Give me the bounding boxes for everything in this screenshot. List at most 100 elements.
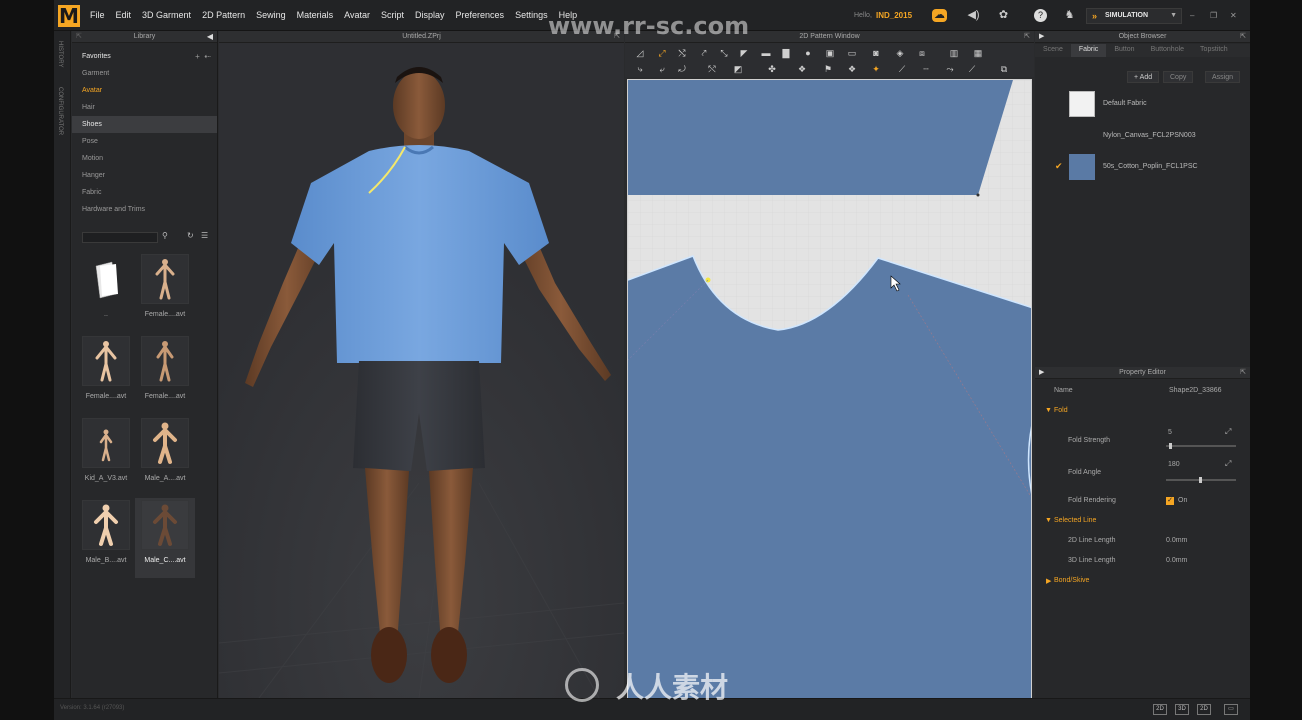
tab-button[interactable]: Button: [1106, 44, 1142, 57]
category-pose[interactable]: Pose: [72, 133, 217, 150]
search-icon[interactable]: ⚲: [162, 231, 168, 240]
tuck-icon[interactable]: ◩: [731, 63, 745, 75]
texture-edit-icon[interactable]: ✤: [765, 63, 779, 75]
segment-topstitch-icon[interactable]: ⤳: [943, 63, 957, 75]
speaker-icon[interactable]: ◀): [966, 9, 981, 22]
add-point-icon[interactable]: ⤤: [697, 47, 711, 59]
segment-sewing-icon[interactable]: ⤷: [633, 63, 647, 75]
fold-rendering-checkbox[interactable]: ✓: [1166, 497, 1174, 505]
polygon-icon[interactable]: ◤: [737, 47, 751, 59]
category-avatar[interactable]: Avatar: [72, 82, 217, 99]
category-shoes[interactable]: Shoes: [72, 116, 217, 133]
close-icon[interactable]: ✕: [1230, 11, 1237, 20]
configurator-tab[interactable]: CONFIGURATOR: [57, 87, 63, 135]
button-icon[interactable]: ❖: [845, 63, 859, 75]
menu-materials[interactable]: Materials: [297, 10, 334, 20]
menu-edit[interactable]: Edit: [116, 10, 132, 20]
list-view-icon[interactable]: ☰: [201, 231, 208, 240]
menu-display[interactable]: Display: [415, 10, 445, 20]
maximize-icon[interactable]: ⇱: [1024, 31, 1030, 43]
thumbnail-parent-folder[interactable]: ..: [76, 252, 136, 332]
category-favorites[interactable]: Favorites + ⇠: [72, 48, 217, 65]
layout-icon[interactable]: ▭: [1224, 704, 1238, 715]
help-icon[interactable]: ?: [1034, 9, 1047, 22]
grainline-icon[interactable]: ▦: [971, 47, 985, 59]
history-tab[interactable]: HISTORY: [57, 41, 63, 67]
tab-buttonhole[interactable]: Buttonhole: [1143, 44, 1192, 57]
assign-fabric-button[interactable]: Assign: [1205, 71, 1241, 83]
name-value[interactable]: Shape2D_33866: [1169, 387, 1222, 394]
copy-fabric-button[interactable]: Copy: [1163, 71, 1194, 83]
graphic-icon[interactable]: ⚑: [821, 63, 835, 75]
rectangle-icon[interactable]: ▬: [759, 47, 773, 59]
freeform-topstitch-icon[interactable]: ⟋: [965, 63, 979, 75]
3d-viewport[interactable]: Untitled.ZPrj ⇱ ✥ ✛ ⬚ ⧉ ✎ ↗ ♜ ♜ ⧓ Π ⌒ ◌ …: [219, 31, 624, 698]
category-motion[interactable]: Motion: [72, 150, 217, 167]
tab-scene[interactable]: Scene: [1035, 44, 1071, 57]
thumbnail-avatar[interactable]: Female....avt: [135, 334, 195, 414]
category-hardware-trims[interactable]: Hardware and Trims: [72, 201, 217, 218]
fold-strength-slider-knob[interactable]: [1169, 443, 1172, 449]
refresh-icon[interactable]: ↻: [187, 231, 194, 240]
fabric-list-item[interactable]: Nylon_Canvas_FCL2PSN003: [1069, 122, 1249, 152]
rectangle-filled-icon[interactable]: ▇: [779, 47, 793, 59]
menu-3d-garment[interactable]: 3D Garment: [142, 10, 191, 20]
menu-2d-pattern[interactable]: 2D Pattern: [202, 10, 245, 20]
menu-settings[interactable]: Settings: [515, 10, 548, 20]
settings-icon[interactable]: ✿: [996, 9, 1011, 22]
pattern-texture-icon[interactable]: ❖: [795, 63, 809, 75]
menu-script[interactable]: Script: [381, 10, 404, 20]
tab-topstitch[interactable]: Topstitch: [1192, 44, 1236, 57]
pleat-icon[interactable]: ▥: [947, 47, 961, 59]
category-garment[interactable]: Garment: [72, 65, 217, 82]
category-hair[interactable]: Hair: [72, 99, 217, 116]
maximize-icon[interactable]: ⇱: [1240, 367, 1246, 379]
thumbnail-avatar[interactable]: Kid_A_V3.avt: [76, 416, 136, 496]
minimize-icon[interactable]: –: [1190, 11, 1194, 20]
maximize-icon[interactable]: ⇱: [1240, 31, 1246, 43]
bond-skive-section-header[interactable]: ▶ Bond/Skive: [1035, 573, 1250, 589]
internal-rectangle-icon[interactable]: ▭: [845, 47, 859, 59]
selected-line-section-header[interactable]: ▼ Selected Line: [1035, 513, 1250, 529]
free-sewing-icon[interactable]: ⤶: [655, 63, 669, 75]
collapse-left-icon[interactable]: ◀: [207, 31, 213, 43]
view-mode-split-button[interactable]: 2D: [1197, 704, 1211, 715]
fold-section-header[interactable]: ▼ Fold: [1035, 403, 1250, 419]
cloud-icon[interactable]: ☁: [932, 9, 947, 22]
notch-icon[interactable]: ⧈: [915, 47, 929, 59]
fold-angle-slider-knob[interactable]: [1199, 477, 1202, 483]
m-n-sewing-icon[interactable]: ⤾: [675, 63, 689, 75]
expand-icon[interactable]: ⇱: [76, 31, 82, 43]
2d-pattern-window[interactable]: 2D Pattern Window ⇱ ◿ ⤢ ⤭ ⤤ ⤡ ◤ ▬ ▇ ● ▣ …: [625, 31, 1034, 700]
pattern-canvas[interactable]: [627, 79, 1032, 700]
restore-icon[interactable]: ❐: [1210, 11, 1217, 20]
internal-polygon-icon[interactable]: ▣: [823, 47, 837, 59]
thumbnail-avatar-selected[interactable]: Male_C....avt: [135, 498, 195, 578]
menu-file[interactable]: File: [90, 10, 105, 20]
hanger-icon[interactable]: ♞: [1062, 9, 1077, 22]
thumbnail-avatar[interactable]: Male_A....avt: [135, 416, 195, 496]
fold-strength-value[interactable]: 5: [1168, 429, 1172, 436]
menu-sewing[interactable]: Sewing: [256, 10, 286, 20]
collapse-right-icon[interactable]: ▶: [1039, 367, 1044, 379]
edit-pattern-icon[interactable]: ⤢: [655, 47, 669, 59]
dart-icon[interactable]: ◈: [893, 47, 907, 59]
edit-curve-icon[interactable]: ⤭: [675, 47, 689, 59]
fold-angle-picker-icon[interactable]: ⤢: [1225, 459, 1231, 469]
fabric-list-item[interactable]: Default Fabric: [1069, 90, 1249, 120]
check-sewing-icon[interactable]: ⤲: [705, 63, 719, 75]
add-favorite-icon[interactable]: + ⇠: [195, 48, 211, 65]
fabric-list-item-selected[interactable]: ✔ 50s_Cotton_Poplin_FCL1PSC: [1055, 153, 1249, 183]
topstitch-icon[interactable]: ┄: [919, 63, 933, 75]
thumbnail-avatar[interactable]: Female....avt: [135, 252, 195, 332]
category-hanger[interactable]: Hanger: [72, 167, 217, 184]
pattern-drawing[interactable]: [628, 80, 1032, 700]
simulation-mode-button[interactable]: » SIMULATION ▼: [1086, 8, 1182, 24]
zipper-icon[interactable]: ⟋: [895, 63, 909, 75]
menu-avatar[interactable]: Avatar: [344, 10, 370, 20]
fold-arrangement-icon[interactable]: ⧉: [997, 63, 1011, 75]
username[interactable]: IND_2015: [876, 11, 912, 20]
view-mode-2d-button[interactable]: 2D: [1153, 704, 1167, 715]
transform-pattern-icon[interactable]: ◿: [633, 47, 647, 59]
internal-circle-icon[interactable]: ◙: [869, 47, 883, 59]
